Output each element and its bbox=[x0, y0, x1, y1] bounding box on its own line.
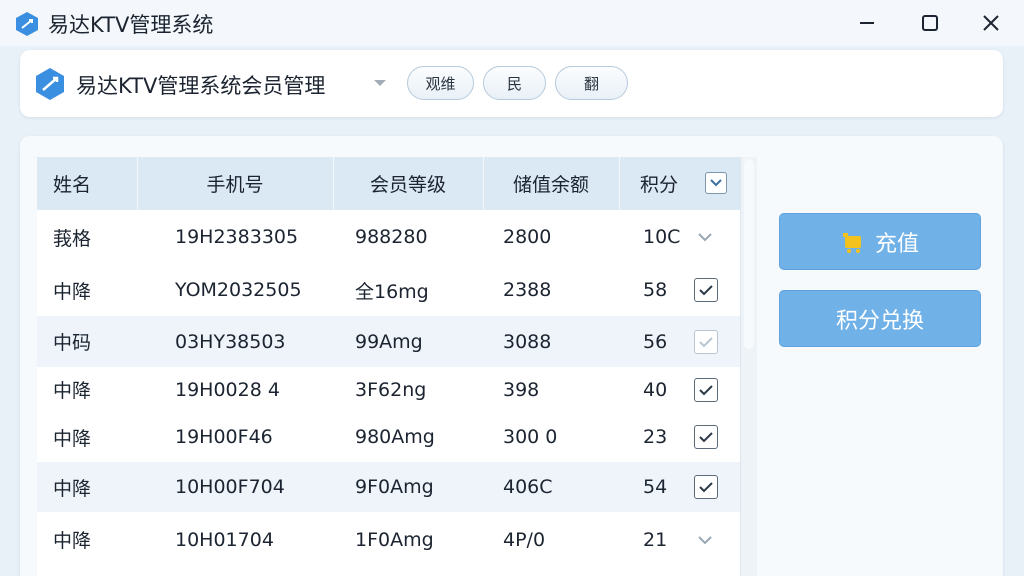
table-scrollbar[interactable] bbox=[740, 157, 757, 576]
cell-level: 9F0Amg bbox=[355, 476, 434, 498]
maximize-icon bbox=[922, 15, 938, 31]
row-checkbox[interactable] bbox=[694, 278, 718, 302]
redeem-points-button[interactable]: 积分兑换 bbox=[779, 290, 981, 347]
checkmark-icon bbox=[699, 384, 713, 395]
cell-phone: 03HY38503 bbox=[175, 330, 286, 353]
checkmark-icon bbox=[699, 482, 713, 493]
cell-level: 99Amg bbox=[355, 330, 423, 353]
toolbar-pill-1[interactable]: 观维 bbox=[407, 66, 474, 100]
scrollbar-thumb[interactable] bbox=[744, 159, 754, 349]
cell-balance: 4P/0 bbox=[503, 528, 546, 551]
table-header: 姓名 手机号 会员等级 储值余额 积分 bbox=[37, 157, 740, 210]
module-title: 易达KTV管理系统会员管理 bbox=[76, 74, 326, 98]
cell-points: 40 bbox=[643, 378, 668, 401]
cell-phone: 19H0028 4 bbox=[175, 378, 280, 401]
table-row[interactable]: 中码 03HY38503 99Amg 3088 56 bbox=[37, 316, 740, 367]
cell-balance: 2800 bbox=[503, 226, 552, 248]
select-all-checkbox[interactable] bbox=[705, 172, 727, 194]
cell-name: 中降 bbox=[53, 477, 92, 500]
chevron-down-icon[interactable] bbox=[697, 535, 713, 545]
row-checkbox[interactable] bbox=[694, 377, 718, 402]
chevron-down-icon[interactable] bbox=[373, 78, 387, 88]
cell-phone: YOM2032505 bbox=[175, 279, 302, 301]
cell-phone: 19H00F46 bbox=[175, 426, 273, 448]
cell-points: 10C bbox=[643, 226, 681, 248]
minimize-icon bbox=[860, 22, 874, 24]
cell-level: 3F62ng bbox=[355, 378, 427, 401]
cell-level: 1F0Amg bbox=[355, 528, 434, 551]
checkmark-icon bbox=[699, 432, 713, 443]
column-header-balance[interactable]: 储值余额 bbox=[483, 157, 619, 210]
cell-name: 莪格 bbox=[53, 227, 92, 250]
table-row[interactable]: 中降 10H01704 1F0Amg 4P/0 21 bbox=[37, 512, 740, 567]
column-header-phone[interactable]: 手机号 bbox=[137, 157, 333, 210]
cell-points: 23 bbox=[643, 426, 668, 448]
cell-balance: 300 0 bbox=[503, 426, 558, 448]
cart-icon bbox=[842, 232, 861, 253]
toolbar-pill-3[interactable]: 翻 bbox=[555, 66, 628, 100]
cell-balance: 2388 bbox=[503, 279, 552, 301]
module-logo-icon bbox=[36, 68, 64, 100]
column-header-level[interactable]: 会员等级 bbox=[333, 157, 483, 210]
cell-balance: 406C bbox=[503, 476, 553, 498]
cell-points: 58 bbox=[643, 279, 668, 301]
recharge-button[interactable]: 充值 bbox=[779, 213, 981, 270]
redeem-label: 积分兑换 bbox=[835, 308, 924, 334]
window-title: 易达KTV管理系统 bbox=[48, 13, 214, 37]
row-checkbox[interactable] bbox=[694, 475, 718, 499]
checkmark-icon bbox=[699, 285, 713, 296]
checkmark-icon bbox=[699, 336, 713, 347]
maximize-button[interactable] bbox=[910, 6, 950, 40]
cell-name: 中降 bbox=[53, 280, 92, 303]
cell-name: 中降 bbox=[53, 530, 92, 552]
table-row[interactable]: 莪格 19H2383305 988280 2800 10C bbox=[37, 210, 740, 264]
toolbar-pill-2[interactable]: 民 bbox=[483, 66, 546, 100]
cell-name: 中降 bbox=[53, 427, 92, 450]
chevron-down-icon[interactable] bbox=[697, 232, 713, 242]
members-table: 姓名 手机号 会员等级 储值余额 积分 莪格 19H2383305 988280 28… bbox=[37, 157, 757, 576]
close-icon bbox=[983, 15, 999, 31]
cell-points: 21 bbox=[643, 528, 668, 551]
close-button[interactable] bbox=[971, 6, 1011, 40]
column-header-points[interactable]: 积分 bbox=[619, 157, 699, 210]
chevron-down-icon bbox=[710, 179, 722, 187]
cell-points: 56 bbox=[643, 330, 668, 353]
module-header: 易达KTV管理系统会员管理 观维 民 翻 bbox=[20, 50, 1003, 117]
table-row[interactable]: 中降 10H00F704 9F0Amg 406C 54 bbox=[37, 462, 740, 512]
row-checkbox[interactable] bbox=[694, 425, 718, 449]
row-checkbox[interactable] bbox=[694, 329, 718, 354]
cell-name: 中码 bbox=[53, 332, 92, 354]
cell-balance: 3088 bbox=[503, 330, 552, 353]
cell-phone: 19H2383305 bbox=[175, 226, 299, 248]
cell-level: 988280 bbox=[355, 226, 428, 248]
window-titlebar: 易达KTV管理系统 bbox=[0, 0, 1024, 46]
minimize-button[interactable] bbox=[847, 6, 887, 40]
cell-balance: 398 bbox=[503, 378, 540, 401]
table-row[interactable]: 中降 19H0028 4 3F62ng 398 40 bbox=[37, 367, 740, 412]
table-row[interactable]: 中降 YOM2032505 全16mg 2388 58 bbox=[37, 264, 740, 316]
cell-level: 980Amg bbox=[355, 426, 435, 448]
table-row[interactable]: 中降 19H00F46 980Amg 300 0 23 bbox=[37, 412, 740, 462]
cell-name: 中降 bbox=[53, 380, 92, 402]
members-panel: 姓名 手机号 会员等级 储值余额 积分 莪格 19H2383305 988280 28… bbox=[20, 136, 1003, 576]
cell-level: 全16mg bbox=[355, 280, 429, 303]
cell-phone: 10H01704 bbox=[175, 528, 274, 551]
cell-phone: 10H00F704 bbox=[175, 476, 285, 498]
app-logo-icon bbox=[16, 12, 38, 36]
cell-points: 54 bbox=[643, 476, 668, 498]
recharge-label: 充值 bbox=[874, 231, 919, 257]
column-header-name[interactable]: 姓名 bbox=[37, 157, 137, 210]
